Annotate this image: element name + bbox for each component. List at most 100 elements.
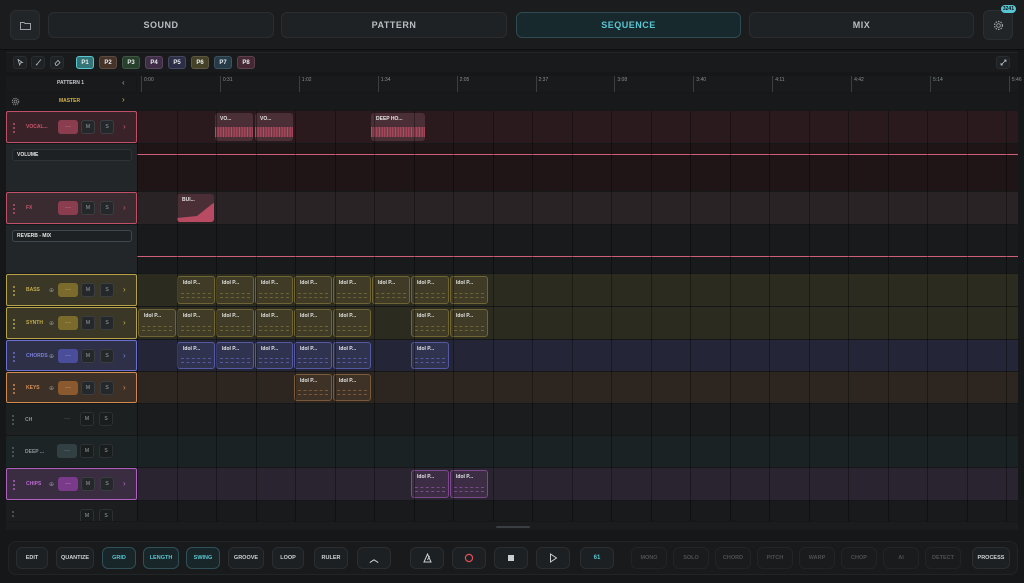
- clip[interactable]: Idol P...: [255, 342, 293, 369]
- track-header-chords[interactable]: CHORDS ⊕ ··· M S ›: [6, 340, 137, 371]
- chevron-right-icon[interactable]: ›: [123, 383, 126, 392]
- track-menu-button[interactable]: ···: [58, 201, 78, 215]
- clip[interactable]: Idol P...: [177, 309, 215, 337]
- mute-button[interactable]: M: [80, 444, 94, 458]
- clip[interactable]: Idol P...: [333, 342, 371, 369]
- drag-handle-icon[interactable]: [13, 352, 15, 364]
- clip[interactable]: VO...: [255, 113, 293, 141]
- clip[interactable]: Idol P...: [255, 276, 293, 304]
- automation-select[interactable]: REVERB - MIX: [12, 230, 132, 242]
- lane-vocal[interactable]: VO... VO... DEEP HO...: [137, 111, 1018, 143]
- solo-button[interactable]: S: [100, 120, 114, 134]
- edit-button[interactable]: EDIT: [16, 547, 48, 569]
- clip[interactable]: Idol P...: [216, 276, 254, 304]
- clip[interactable]: Idol P...: [411, 470, 449, 498]
- track-header-deep[interactable]: DEEP ... ··· M S: [6, 436, 137, 467]
- track-menu-button[interactable]: ···: [58, 381, 78, 395]
- solo-button[interactable]: S: [99, 444, 113, 458]
- collapse-button[interactable]: ︿: [357, 547, 391, 569]
- track-header-vocal[interactable]: VOCAL... ··· M S ›: [6, 111, 137, 143]
- metronome-button[interactable]: [410, 547, 444, 569]
- clip[interactable]: Idol P...: [450, 309, 488, 337]
- track-header-keys[interactable]: KEYS ⊕ ··· M S ›: [6, 372, 137, 403]
- clip[interactable]: Idol P...: [177, 276, 215, 304]
- clip[interactable]: Idol P...: [450, 276, 488, 304]
- loop-button[interactable]: LOOP: [272, 547, 304, 569]
- chevron-right-icon[interactable]: ›: [123, 285, 126, 294]
- clip[interactable]: Idol P...: [294, 309, 332, 337]
- lane-chords[interactable]: Idol P... Idol P... Idol P... Idol P... Idol…: [137, 340, 1018, 371]
- chevron-right-icon[interactable]: ›: [123, 318, 126, 327]
- track-header-fx[interactable]: FX ··· M S ›: [6, 192, 137, 224]
- mute-button[interactable]: M: [81, 283, 95, 297]
- lane-chips[interactable]: Idol P... Idol P...: [137, 468, 1018, 500]
- chevron-right-icon[interactable]: ›: [123, 122, 126, 131]
- track-header-chips[interactable]: CHIPS ⊕ ··· M S ›: [6, 468, 137, 500]
- solo-button[interactable]: S: [99, 509, 113, 521]
- clip[interactable]: Idol P...: [333, 374, 371, 401]
- chord-button[interactable]: CHORD: [715, 547, 751, 569]
- clip[interactable]: Idol P...: [138, 309, 176, 337]
- track-header-ch[interactable]: CH ··· M S: [6, 404, 137, 435]
- warp-button[interactable]: WARP: [799, 547, 835, 569]
- detect-button[interactable]: DETECT: [925, 547, 961, 569]
- automation-line[interactable]: [137, 154, 1018, 155]
- clip[interactable]: Idol P...: [450, 470, 488, 498]
- track-menu-button[interactable]: ···: [58, 120, 78, 134]
- solo-button[interactable]: S: [99, 412, 113, 426]
- mute-button[interactable]: M: [80, 509, 94, 521]
- lane-deep[interactable]: [137, 436, 1018, 467]
- clip[interactable]: Idol P...: [333, 276, 371, 304]
- drag-handle-icon[interactable]: [13, 384, 15, 396]
- track-header-partial[interactable]: M S: [6, 501, 137, 521]
- chevron-right-icon[interactable]: ›: [123, 203, 126, 212]
- clip[interactable]: DEEP HO...: [371, 113, 425, 141]
- bpm-display[interactable]: 61: [580, 547, 614, 569]
- automation-lane-reverb[interactable]: [137, 225, 1018, 273]
- pitch-button[interactable]: PITCH: [757, 547, 793, 569]
- automation-lane-volume[interactable]: [137, 144, 1018, 191]
- panel-splitter[interactable]: [6, 522, 1018, 530]
- track-header-bass[interactable]: BASS ⊕ ··· M S ›: [6, 274, 137, 306]
- chop-button[interactable]: CHOP: [841, 547, 877, 569]
- routing-icon[interactable]: ⊕: [49, 353, 54, 360]
- solo-button[interactable]: S: [100, 381, 114, 395]
- clip[interactable]: Idol P...: [411, 309, 449, 337]
- mute-button[interactable]: M: [81, 349, 95, 363]
- clip[interactable]: Idol P...: [294, 276, 332, 304]
- mute-button[interactable]: M: [80, 412, 94, 426]
- quantize-button[interactable]: QUANTIZE: [56, 547, 94, 569]
- track-header-synth[interactable]: SYNTH ⊕ ··· M S ›: [6, 307, 137, 339]
- clip[interactable]: Idol P...: [216, 309, 254, 337]
- lane-fx[interactable]: BUI...: [137, 192, 1018, 224]
- drag-handle-icon[interactable]: [13, 286, 15, 298]
- mute-button[interactable]: M: [81, 201, 95, 215]
- track-menu-button[interactable]: ···: [57, 412, 77, 426]
- chevron-right-icon[interactable]: ›: [123, 351, 126, 360]
- record-button[interactable]: [452, 547, 486, 569]
- track-menu-button[interactable]: ···: [57, 444, 77, 458]
- lane-synth[interactable]: Idol P... Idol P... Idol P... Idol P... Idol…: [137, 307, 1018, 339]
- lane-keys[interactable]: Idol P... Idol P...: [137, 372, 1018, 403]
- clip[interactable]: Idol P...: [216, 342, 254, 369]
- process-button[interactable]: PROCESS: [972, 547, 1010, 569]
- chevron-right-icon[interactable]: ›: [123, 479, 126, 488]
- lane-ch[interactable]: [137, 404, 1018, 435]
- mono-button[interactable]: MONO: [631, 547, 667, 569]
- clip[interactable]: Idol P...: [372, 276, 410, 304]
- mute-button[interactable]: M: [81, 316, 95, 330]
- routing-icon[interactable]: ⊕: [49, 287, 54, 294]
- stop-button[interactable]: [494, 547, 528, 569]
- mute-button[interactable]: M: [81, 381, 95, 395]
- groove-button[interactable]: GROOVE: [228, 547, 264, 569]
- clip[interactable]: BUI...: [177, 194, 214, 222]
- grid-button[interactable]: GRID: [102, 547, 136, 569]
- routing-icon[interactable]: ⊕: [49, 320, 54, 327]
- drag-handle-icon[interactable]: [13, 123, 15, 135]
- automation-line[interactable]: [137, 256, 1018, 257]
- automation-select[interactable]: VOLUME: [12, 149, 132, 161]
- track-menu-button[interactable]: ···: [58, 316, 78, 330]
- clip[interactable]: Idol P...: [255, 309, 293, 337]
- play-button[interactable]: [536, 547, 570, 569]
- mute-button[interactable]: M: [81, 477, 95, 491]
